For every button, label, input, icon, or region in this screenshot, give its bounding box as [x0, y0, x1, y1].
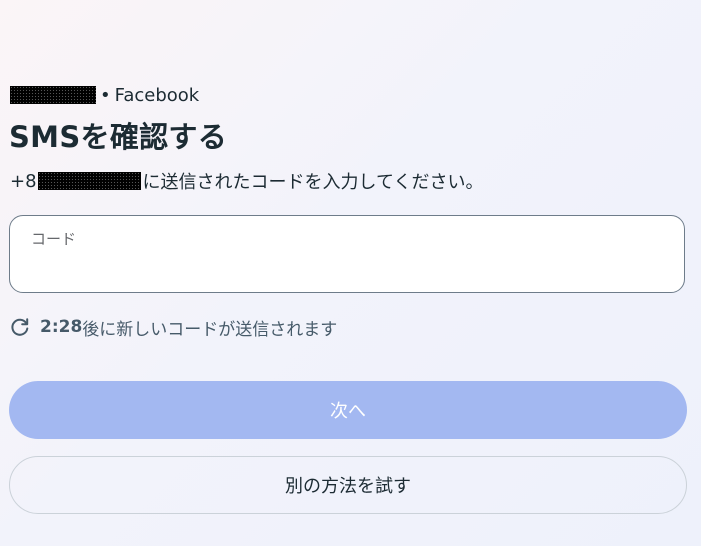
code-input[interactable]	[30, 252, 668, 282]
try-another-way-button[interactable]: 別の方法を試す	[9, 456, 687, 514]
instruction-message: に送信されたコードを入力してください。	[142, 172, 484, 193]
resend-countdown: 2:28	[40, 317, 83, 337]
redacted-phone-number	[37, 172, 141, 190]
next-button[interactable]: 次へ	[9, 381, 687, 439]
refresh-icon	[9, 316, 31, 338]
header-separator: •	[100, 84, 111, 106]
phone-prefix: +8	[10, 170, 37, 192]
app-name: Facebook	[114, 84, 200, 106]
redacted-account-name	[10, 86, 96, 104]
instruction-text: +8 に送信されたコードを入力してください。	[10, 169, 484, 194]
code-field[interactable]: コード	[9, 215, 685, 293]
resend-timer-row: 2:28 後に新しいコードが送信されます	[9, 315, 338, 340]
resend-message: 後に新しいコードが送信されます	[82, 319, 338, 340]
code-field-label: コード	[31, 230, 77, 248]
page-title: SMSを確認する	[9, 120, 228, 154]
account-header: • Facebook	[10, 84, 199, 106]
